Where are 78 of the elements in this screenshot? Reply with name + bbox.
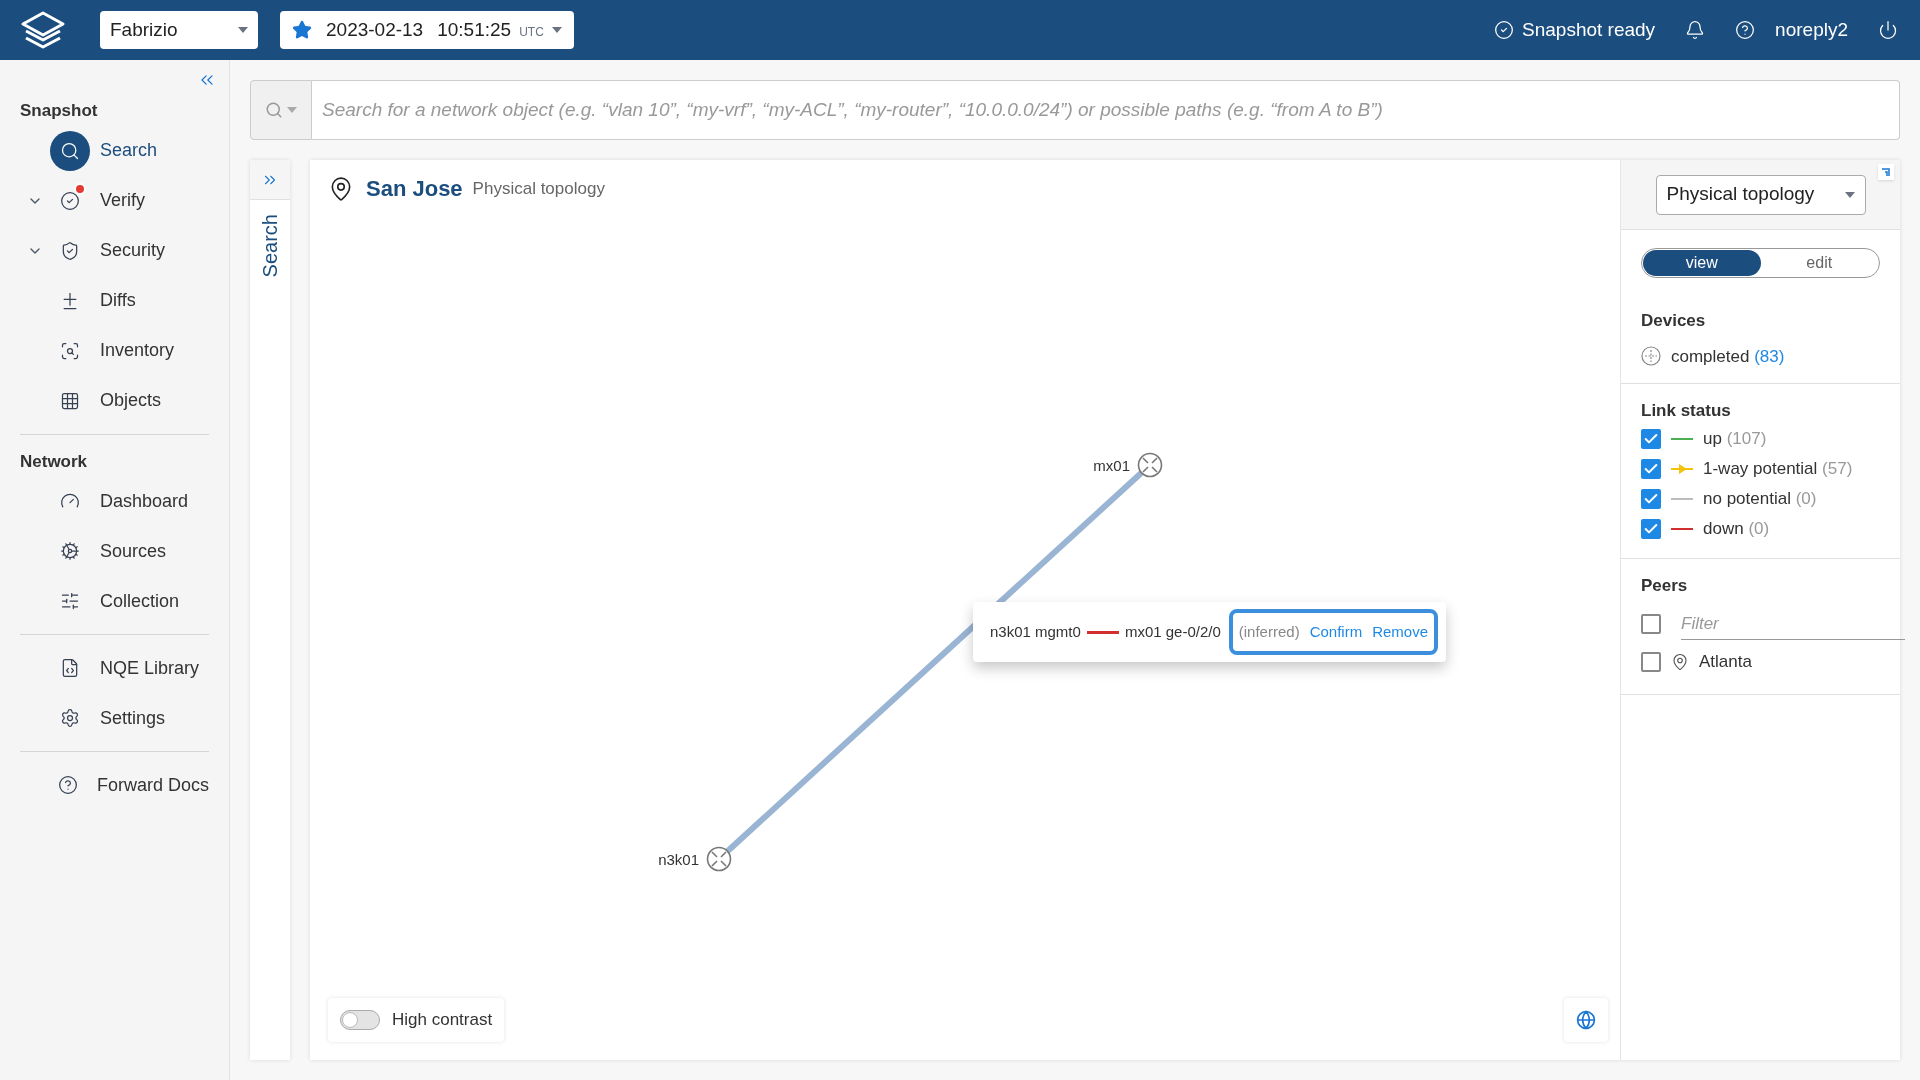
- power-button[interactable]: [1878, 20, 1898, 40]
- link-endpoint: mx01 ge-0/2/0: [1124, 621, 1221, 642]
- link-endpoint: n3k01 mgmt0: [990, 621, 1081, 642]
- section-title: Snapshot: [20, 100, 99, 122]
- link-status-label: no potential (0): [1703, 487, 1817, 510]
- high-contrast-switch[interactable]: [340, 1010, 380, 1030]
- scan-icon: [60, 340, 80, 361]
- location-pin-icon: [1671, 653, 1689, 671]
- section-title: Peers: [1641, 574, 1689, 597]
- sidebar-item[interactable]: Diffs: [20, 275, 209, 326]
- globe-icon: [1576, 1010, 1596, 1030]
- link-status-label: down (0): [1703, 517, 1770, 540]
- sidebar-item[interactable]: Forward Docs: [20, 760, 209, 810]
- sidebar-item[interactable]: Objects: [20, 375, 209, 426]
- caret-icon: [287, 107, 297, 113]
- notifications-button[interactable]: [1685, 20, 1706, 40]
- check-circle-icon: [60, 190, 80, 211]
- node-label: n3k01: [658, 850, 699, 870]
- sidebar-item[interactable]: Security: [20, 225, 209, 276]
- snapshot-status: Snapshot ready: [1522, 17, 1656, 42]
- shield-icon: [60, 240, 80, 261]
- view-subtitle: Physical topology: [472, 177, 605, 200]
- inferred-label: (inferred): [1238, 621, 1300, 642]
- node-label: mx01: [1093, 456, 1130, 476]
- grid-icon: [60, 390, 80, 411]
- settings-icon: [60, 708, 80, 728]
- checkbox[interactable]: [1641, 652, 1661, 672]
- sidebar-item[interactable]: Dashboard: [20, 476, 209, 526]
- high-contrast-label: High contrast: [392, 1009, 493, 1032]
- sidebar-item[interactable]: Verify: [20, 175, 209, 226]
- corner-button[interactable]: [1878, 164, 1894, 180]
- section-title: Network: [20, 450, 89, 473]
- search-icon: [265, 101, 283, 119]
- sidebar-item[interactable]: Collection: [20, 576, 209, 626]
- location-title: San Jose: [366, 175, 463, 203]
- caret-icon: [551, 27, 562, 33]
- link-status-label: up (107): [1703, 427, 1767, 450]
- file-icon: [60, 658, 80, 678]
- corner-icon: [1881, 167, 1891, 177]
- globe-button[interactable]: [1564, 998, 1608, 1042]
- help-button[interactable]: [1735, 20, 1756, 40]
- user-select[interactable]: Fabrizio: [100, 11, 258, 49]
- peer-label: Atlanta: [1699, 651, 1752, 674]
- search-field[interactable]: Search for a network object (e.g. “vlan 10”, “my-vrf”, “my-ACL”, “my-router”, “10.0.0.0/24”) or possible paths (e.g. “from A to B”): [312, 80, 1900, 140]
- link-action[interactable]: Confirm: [1309, 620, 1363, 644]
- mode-tab[interactable]: edit: [1760, 250, 1878, 276]
- sidebar-item[interactable]: Search: [20, 125, 209, 176]
- link-action[interactable]: Remove: [1372, 620, 1428, 644]
- help-icon: [57, 775, 78, 795]
- router-icon: [1137, 452, 1163, 478]
- search-icon: [60, 140, 80, 161]
- link-status-line: [1086, 630, 1119, 634]
- checkbox[interactable]: [1641, 518, 1661, 539]
- filter-field[interactable]: Filter: [1681, 608, 1905, 640]
- snapshot-select[interactable]: 2023-02-13 10:51:25 UTC: [280, 11, 574, 49]
- sidebar-item[interactable]: Inventory: [20, 325, 209, 376]
- sidebar-item[interactable]: Settings: [20, 693, 209, 743]
- checkbox[interactable]: [1641, 428, 1661, 449]
- checkbox[interactable]: [1641, 614, 1661, 634]
- device-count: completed (83): [1671, 345, 1785, 368]
- section-title: Devices: [1641, 310, 1707, 332]
- link-status-label: 1-way potential (57): [1703, 457, 1853, 480]
- mode-tab[interactable]: view: [1643, 250, 1761, 276]
- sliders-icon: [60, 591, 80, 611]
- section-title: Link status: [1641, 400, 1732, 422]
- caret-icon: [1844, 191, 1855, 198]
- router-icon: [706, 846, 732, 872]
- checkbox[interactable]: [1641, 458, 1661, 479]
- sidebar-item[interactable]: Sources: [20, 526, 209, 576]
- cog-icon: [60, 541, 80, 561]
- check-icon: [1494, 20, 1514, 40]
- search-side-tab[interactable]: Search: [255, 214, 285, 278]
- caret-icon: [238, 27, 248, 33]
- username: noreply2: [1775, 17, 1848, 42]
- sidebar-item[interactable]: NQE Library: [20, 643, 209, 693]
- view-select[interactable]: Physical topology: [1655, 174, 1866, 215]
- device-icon: [1641, 346, 1661, 367]
- checkbox[interactable]: [1641, 488, 1661, 509]
